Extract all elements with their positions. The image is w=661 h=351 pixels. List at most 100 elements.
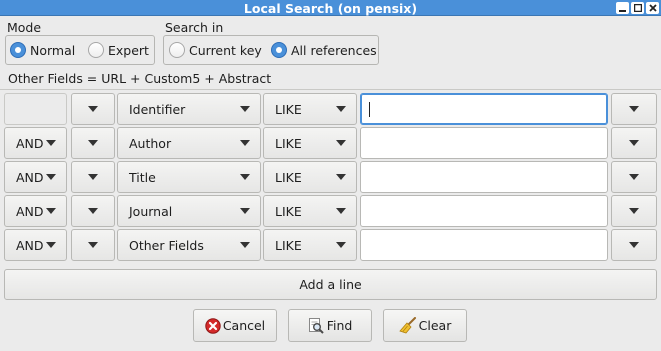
search-in-group: Search in Current key All references	[163, 20, 379, 66]
search-value-input[interactable]	[360, 127, 608, 159]
chevron-down-icon	[336, 106, 346, 112]
chevron-down-icon	[629, 106, 639, 112]
mode-normal-label: Normal	[30, 42, 76, 58]
add-line-button[interactable]: Add a line	[4, 269, 657, 300]
operator-dropdown-label: LIKE	[275, 135, 302, 151]
field-dropdown-label: Other Fields	[129, 237, 204, 253]
search-value-input[interactable]	[360, 161, 608, 193]
field-dropdown[interactable]: Other Fields	[117, 229, 261, 261]
chevron-down-icon	[336, 140, 346, 146]
chevron-down-icon	[240, 208, 250, 214]
chevron-down-icon	[88, 174, 98, 180]
close-button[interactable]	[646, 2, 659, 14]
field-dropdown[interactable]: Journal	[117, 195, 261, 227]
chevron-down-icon	[240, 174, 250, 180]
mode-group-title: Mode	[7, 20, 42, 35]
value-history-dropdown[interactable]	[611, 93, 657, 125]
find-icon	[308, 318, 324, 334]
connector-dropdown-label: AND	[16, 203, 44, 219]
search-current-key-radio[interactable]: Current key	[169, 41, 262, 59]
chevron-down-icon	[629, 140, 639, 146]
chevron-down-icon	[46, 242, 56, 248]
cancel-icon	[205, 317, 221, 334]
close-icon	[648, 4, 657, 12]
connector-dropdown[interactable]: AND	[4, 161, 67, 193]
connector-dropdown[interactable]: AND	[4, 127, 67, 159]
chevron-down-icon	[88, 242, 98, 248]
find-button[interactable]: Find	[288, 309, 372, 342]
field-dropdown-label: Title	[129, 169, 156, 185]
chevron-down-icon	[629, 242, 639, 248]
value-history-dropdown[interactable]	[611, 127, 657, 159]
operator-dropdown-label: LIKE	[275, 203, 302, 219]
maximize-icon	[633, 4, 642, 12]
radio-checked-icon	[10, 42, 26, 58]
chevron-down-icon	[46, 140, 56, 146]
search-all-references-radio[interactable]: All references	[271, 41, 377, 59]
chevron-down-icon	[240, 140, 250, 146]
modifier-dropdown[interactable]	[71, 229, 115, 261]
maximize-button[interactable]	[631, 2, 644, 14]
operator-dropdown[interactable]: LIKE	[263, 195, 357, 227]
radio-unchecked-icon	[169, 42, 185, 58]
search-in-group-title: Search in	[165, 20, 224, 35]
field-dropdown[interactable]: Author	[117, 127, 261, 159]
chevron-down-icon	[336, 242, 346, 248]
chevron-down-icon	[629, 208, 639, 214]
cancel-button[interactable]: Cancel	[193, 309, 277, 342]
connector-placeholder	[4, 93, 67, 125]
mode-group: Mode Normal Expert	[5, 20, 155, 66]
value-history-dropdown[interactable]	[611, 195, 657, 227]
mode-normal-radio[interactable]: Normal	[10, 41, 75, 59]
search-all-references-label: All references	[291, 42, 377, 58]
search-value-input[interactable]	[360, 195, 608, 227]
radio-unchecked-icon	[88, 42, 104, 58]
chevron-down-icon	[88, 208, 98, 214]
minimize-button[interactable]	[616, 2, 629, 14]
chevron-down-icon	[46, 208, 56, 214]
connector-dropdown[interactable]: AND	[4, 195, 67, 227]
connector-dropdown-label: AND	[16, 169, 44, 185]
clear-button-label: Clear	[418, 318, 452, 333]
connector-dropdown-label: AND	[16, 237, 44, 253]
field-dropdown-label: Journal	[129, 203, 173, 219]
other-fields-info: Other Fields = URL + Custom5 + Abstract	[8, 71, 272, 86]
minimize-icon	[619, 10, 626, 12]
chevron-down-icon	[46, 174, 56, 180]
window-titlebar[interactable]: Local Search (on pensix)	[0, 0, 661, 16]
operator-dropdown-label: LIKE	[275, 237, 302, 253]
chevron-down-icon	[240, 106, 250, 112]
mode-expert-label: Expert	[108, 42, 149, 58]
modifier-dropdown[interactable]	[71, 93, 115, 125]
search-value-input[interactable]	[360, 93, 608, 125]
chevron-down-icon	[336, 208, 346, 214]
modifier-dropdown[interactable]	[71, 195, 115, 227]
value-history-dropdown[interactable]	[611, 229, 657, 261]
window-title: Local Search (on pensix)	[243, 1, 418, 16]
chevron-down-icon	[240, 242, 250, 248]
find-button-label: Find	[326, 318, 353, 333]
operator-dropdown[interactable]: LIKE	[263, 127, 357, 159]
search-value-input[interactable]	[360, 229, 608, 261]
operator-dropdown[interactable]: LIKE	[263, 161, 357, 193]
field-dropdown[interactable]: Identifier	[117, 93, 261, 125]
clear-button[interactable]: Clear	[383, 309, 467, 342]
mode-group-box: Normal Expert	[5, 35, 155, 65]
mode-expert-radio[interactable]: Expert	[88, 41, 149, 59]
broom-icon	[398, 317, 416, 334]
field-dropdown[interactable]: Title	[117, 161, 261, 193]
value-history-dropdown[interactable]	[611, 161, 657, 193]
divider	[0, 89, 661, 90]
operator-dropdown[interactable]: LIKE	[263, 93, 357, 125]
modifier-dropdown[interactable]	[71, 127, 115, 159]
chevron-down-icon	[336, 174, 346, 180]
window-controls	[616, 2, 659, 14]
connector-dropdown-label: AND	[16, 135, 44, 151]
radio-checked-icon	[271, 42, 287, 58]
chevron-down-icon	[88, 106, 98, 112]
operator-dropdown[interactable]: LIKE	[263, 229, 357, 261]
connector-dropdown[interactable]: AND	[4, 229, 67, 261]
search-in-group-box: Current key All references	[163, 35, 379, 65]
chevron-down-icon	[629, 174, 639, 180]
modifier-dropdown[interactable]	[71, 161, 115, 193]
